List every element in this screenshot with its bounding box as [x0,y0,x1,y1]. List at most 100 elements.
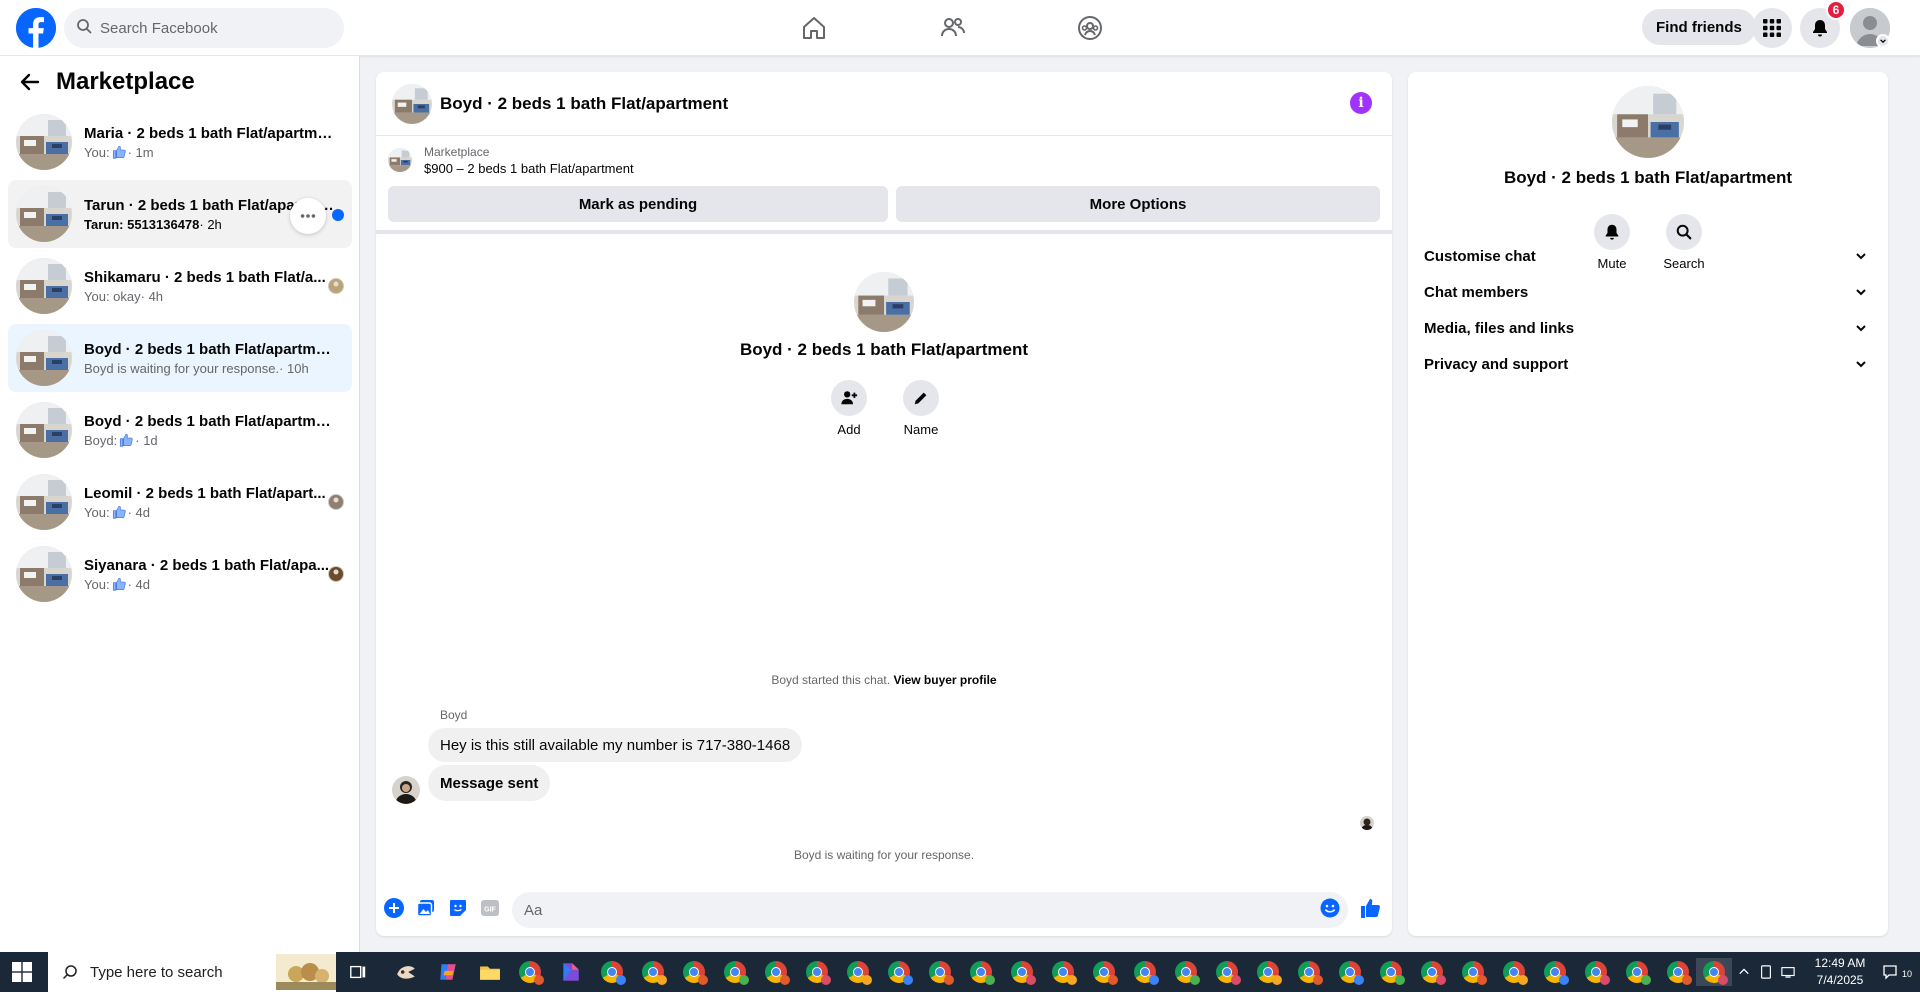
photo-icon[interactable] [414,896,438,920]
chrome-icon[interactable] [1131,958,1159,986]
conversation-item[interactable]: Shikamaru · 2 beds 1 bath Flat/a... You: … [8,252,352,320]
conversation-item[interactable]: Leomil · 2 beds 1 bath Flat/apart... You:… [8,468,352,536]
chrome-icon[interactable] [1049,958,1077,986]
chrome-icon[interactable] [1664,958,1692,986]
more-options-icon[interactable] [290,198,326,234]
chevron-down-icon [1856,289,1866,296]
app-icon[interactable] [392,958,420,986]
chrome-icon[interactable] [1172,958,1200,986]
back-arrow-icon[interactable] [16,68,44,96]
sender-avatar[interactable] [392,776,420,804]
chrome-icon[interactable] [1541,958,1569,986]
preview-time: · 1d [135,432,158,448]
taskbar-search-box[interactable]: Type here to search [48,952,336,992]
active-chrome-icon[interactable] [1696,958,1732,986]
pencil-icon [914,392,927,405]
chrome-icon[interactable] [721,958,749,986]
seen-indicator-avatar [1360,816,1374,830]
windows-start-icon[interactable] [12,962,32,982]
facebook-search-bar[interactable] [64,8,344,48]
chrome-icon[interactable] [598,958,626,986]
emoji-icon[interactable] [1318,896,1342,920]
message-bubble[interactable]: Hey is this still available my number is… [428,728,803,762]
chrome-icon[interactable] [803,958,831,986]
preview-time: · 10h [279,360,309,376]
sender-name: Boyd [440,708,468,722]
preview-text: Tarun: 5513136478 [84,216,200,232]
chrome-icon[interactable] [680,958,708,986]
action-center-icon[interactable]: 10 [1882,964,1912,980]
gif-icon[interactable]: GIF [478,896,502,920]
home-icon[interactable] [798,12,830,44]
chrome-icon[interactable] [639,958,667,986]
chrome-icon[interactable] [762,958,790,986]
conversation-item[interactable]: Tarun · 2 beds 1 bath Flat/apartment Taru… [8,180,352,248]
listing-thumbnail [16,186,72,242]
chrome-icon[interactable] [1500,958,1528,986]
listing-thumbnail[interactable] [392,84,432,124]
taskbar-clock[interactable]: 12:49 AM 7/4/2025 [1802,955,1878,989]
sidebar-title: Marketplace [56,68,195,95]
conversation-preview: You: · 4d [84,505,334,520]
conversation-item[interactable]: Boyd · 2 beds 1 bath Flat/apartment Boyd … [8,324,352,392]
chrome-icon[interactable] [844,958,872,986]
conversation-item[interactable]: Boyd · 2 beds 1 bath Flat/apartment Boyd:… [8,396,352,464]
chevron-up-icon[interactable] [1736,964,1752,980]
chrome-icon[interactable] [1623,958,1651,986]
listing-summary[interactable]: Marketplace $900 – 2 beds 1 bath Flat/ap… [376,136,1392,180]
chrome-icon[interactable] [1418,958,1446,986]
chrome-icon[interactable] [1254,958,1282,986]
privacy-support-section[interactable]: Privacy and support [1416,342,1880,386]
chrome-icon[interactable] [1008,958,1036,986]
search-input[interactable] [100,19,320,37]
microsoft-365-icon[interactable] [556,958,584,986]
menu-grid-button[interactable] [1752,8,1792,48]
chrome-icon[interactable] [885,958,913,986]
chrome-icon[interactable] [1459,958,1487,986]
network-icon[interactable] [1780,964,1796,980]
chrome-icon[interactable] [1090,958,1118,986]
chrome-icon[interactable] [1377,958,1405,986]
clock-time: 12:49 AM [1814,956,1866,970]
chrome-icon[interactable] [1582,958,1610,986]
windows-taskbar: Type here to search 12:49 AM 7/4/2025 10 [0,952,1920,992]
plus-icon[interactable] [382,896,406,920]
conversation-title: Boyd · 2 beds 1 bath Flat/apartment [84,412,334,430]
thumbs-up-icon[interactable] [1358,896,1382,920]
view-buyer-profile-link[interactable]: View buyer profile [893,673,996,687]
task-view-icon[interactable] [344,958,372,986]
chrome-icon[interactable] [967,958,995,986]
chrome-icon[interactable] [1336,958,1364,986]
search-icon [76,18,92,39]
chevron-down-icon[interactable] [1876,34,1890,48]
find-friends-button[interactable]: Find friends [1642,9,1756,45]
friends-icon[interactable] [937,12,969,44]
chrome-icon[interactable] [1213,958,1241,986]
started-text: Boyd started this chat. [771,673,891,687]
edit-name-button[interactable]: Name [886,380,956,437]
add-people-button[interactable]: Add [814,380,884,437]
add-person-icon [841,391,858,405]
sidebar-header: Marketplace [16,68,195,96]
clock-date: 7/4/2025 [1816,973,1864,987]
facebook-logo-icon[interactable] [16,8,56,48]
chat-title[interactable]: Boyd · 2 beds 1 bath Flat/apartment [440,94,728,114]
chrome-icon[interactable] [516,958,544,986]
groups-icon[interactable] [1074,12,1106,44]
message-input[interactable] [512,892,1348,928]
info-icon[interactable]: i [1350,92,1372,114]
sticker-icon[interactable] [446,896,470,920]
conversation-text: Siyanara · 2 beds 1 bath Flat/apa... You:… [84,557,334,592]
mark-as-pending-button[interactable]: Mark as pending [388,186,888,222]
chrome-icon[interactable] [1295,958,1323,986]
conversation-item[interactable]: Siyanara · 2 beds 1 bath Flat/apa... You:… [8,540,352,608]
add-label: Add [837,422,861,437]
tablet-icon[interactable] [1758,964,1774,980]
chrome-icon[interactable] [926,958,954,986]
conversation-item[interactable]: Maria · 2 beds 1 bath Flat/apartment You:… [8,108,352,176]
file-explorer-icon[interactable] [476,958,504,986]
preview-time: · 2h [199,216,222,232]
copilot-icon[interactable] [434,958,462,986]
more-options-button[interactable]: More Options [896,186,1380,222]
message-bubble[interactable]: Message sent [428,765,551,801]
